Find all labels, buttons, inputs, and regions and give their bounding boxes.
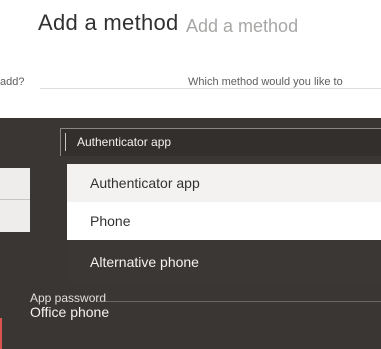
left-panel-strip: [0, 168, 30, 232]
text-caret-icon: [65, 133, 74, 151]
option-office-phone[interactable]: Office phone: [30, 304, 109, 320]
option-authenticator-app[interactable]: Authenticator app: [67, 164, 381, 202]
left-edge-accent: [0, 318, 2, 349]
left-panel-divider: [0, 199, 30, 200]
method-dropdown[interactable]: Authenticator app: [60, 128, 381, 156]
question-fragment: add?: [0, 76, 25, 88]
underline-divider: [98, 301, 381, 302]
option-phone[interactable]: Phone: [67, 202, 381, 240]
dropdown-selected-value: Authenticator app: [77, 135, 172, 149]
divider: [40, 88, 381, 89]
page-title: Add a method: [38, 10, 179, 35]
page-title-ghost: Add a method: [186, 16, 299, 36]
option-app-password[interactable]: App password: [30, 291, 106, 305]
method-question: Which method would you like to: [188, 76, 343, 88]
option-alternative-phone[interactable]: Alternative phone: [67, 243, 381, 281]
dropdown-options-list: Authenticator app Phone Alternative phon…: [67, 159, 381, 282]
